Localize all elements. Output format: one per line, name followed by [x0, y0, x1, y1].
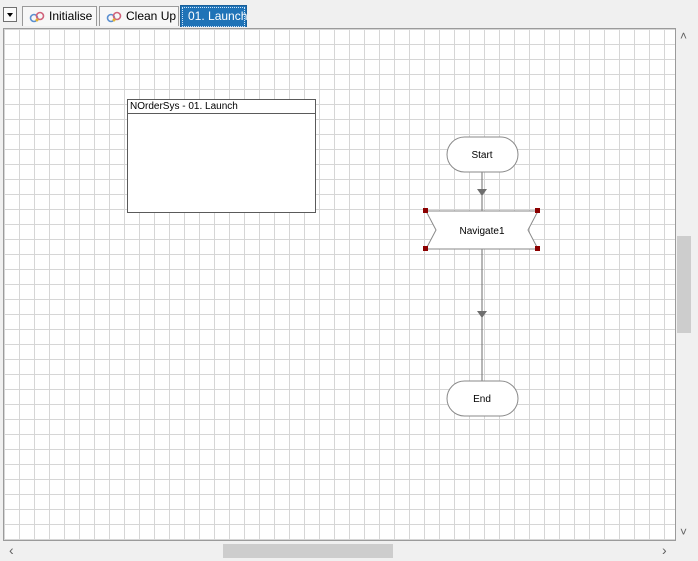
vertical-scroll-thumb[interactable] [677, 236, 691, 333]
tab-label: Initialise [49, 9, 93, 23]
arrow-icon [477, 189, 487, 196]
tab-01-launch[interactable]: 01. Launch [180, 5, 247, 27]
tab-list-dropdown-button[interactable] [3, 7, 17, 22]
selection-handle[interactable] [423, 208, 428, 213]
tab-clean-up[interactable]: Clean Up [99, 6, 179, 26]
selection-handle[interactable] [535, 246, 540, 251]
process-icon [106, 11, 122, 23]
selection-handle[interactable] [423, 246, 428, 251]
tab-strip: Initialise Clean Up 01. Launch [0, 0, 698, 28]
scroll-up-icon[interactable]: ˄ [680, 30, 687, 42]
navigate-stage-label: Navigate1 [459, 226, 504, 237]
start-stage[interactable]: Start [446, 136, 519, 173]
vertical-scrollbar[interactable]: ˄ ˅ [676, 28, 693, 541]
end-stage[interactable]: End [446, 380, 519, 417]
process-canvas[interactable]: NOrderSys - 01. Launch Start Navigate1 E… [3, 28, 676, 541]
tab-initialise[interactable]: Initialise [22, 6, 97, 26]
scroll-down-icon[interactable]: ˅ [680, 526, 687, 538]
flow-diagram: Start Navigate1 End [423, 136, 540, 417]
arrow-icon [477, 311, 487, 318]
process-icon [29, 11, 45, 23]
horizontal-scrollbar[interactable]: ‹ › [3, 541, 676, 559]
scrollbar-corner [676, 541, 693, 559]
scroll-right-icon[interactable]: › [662, 543, 667, 557]
navigate-stage[interactable]: Navigate1 [423, 208, 540, 251]
selection-handle[interactable] [535, 208, 540, 213]
chevron-down-icon [7, 13, 13, 17]
tab-label: 01. Launch [188, 9, 248, 23]
horizontal-scroll-thumb[interactable] [223, 544, 393, 558]
start-stage-label: Start [471, 150, 492, 161]
scroll-left-icon[interactable]: ‹ [9, 543, 14, 557]
end-stage-label: End [473, 394, 491, 405]
tab-label: Clean Up [126, 9, 177, 23]
